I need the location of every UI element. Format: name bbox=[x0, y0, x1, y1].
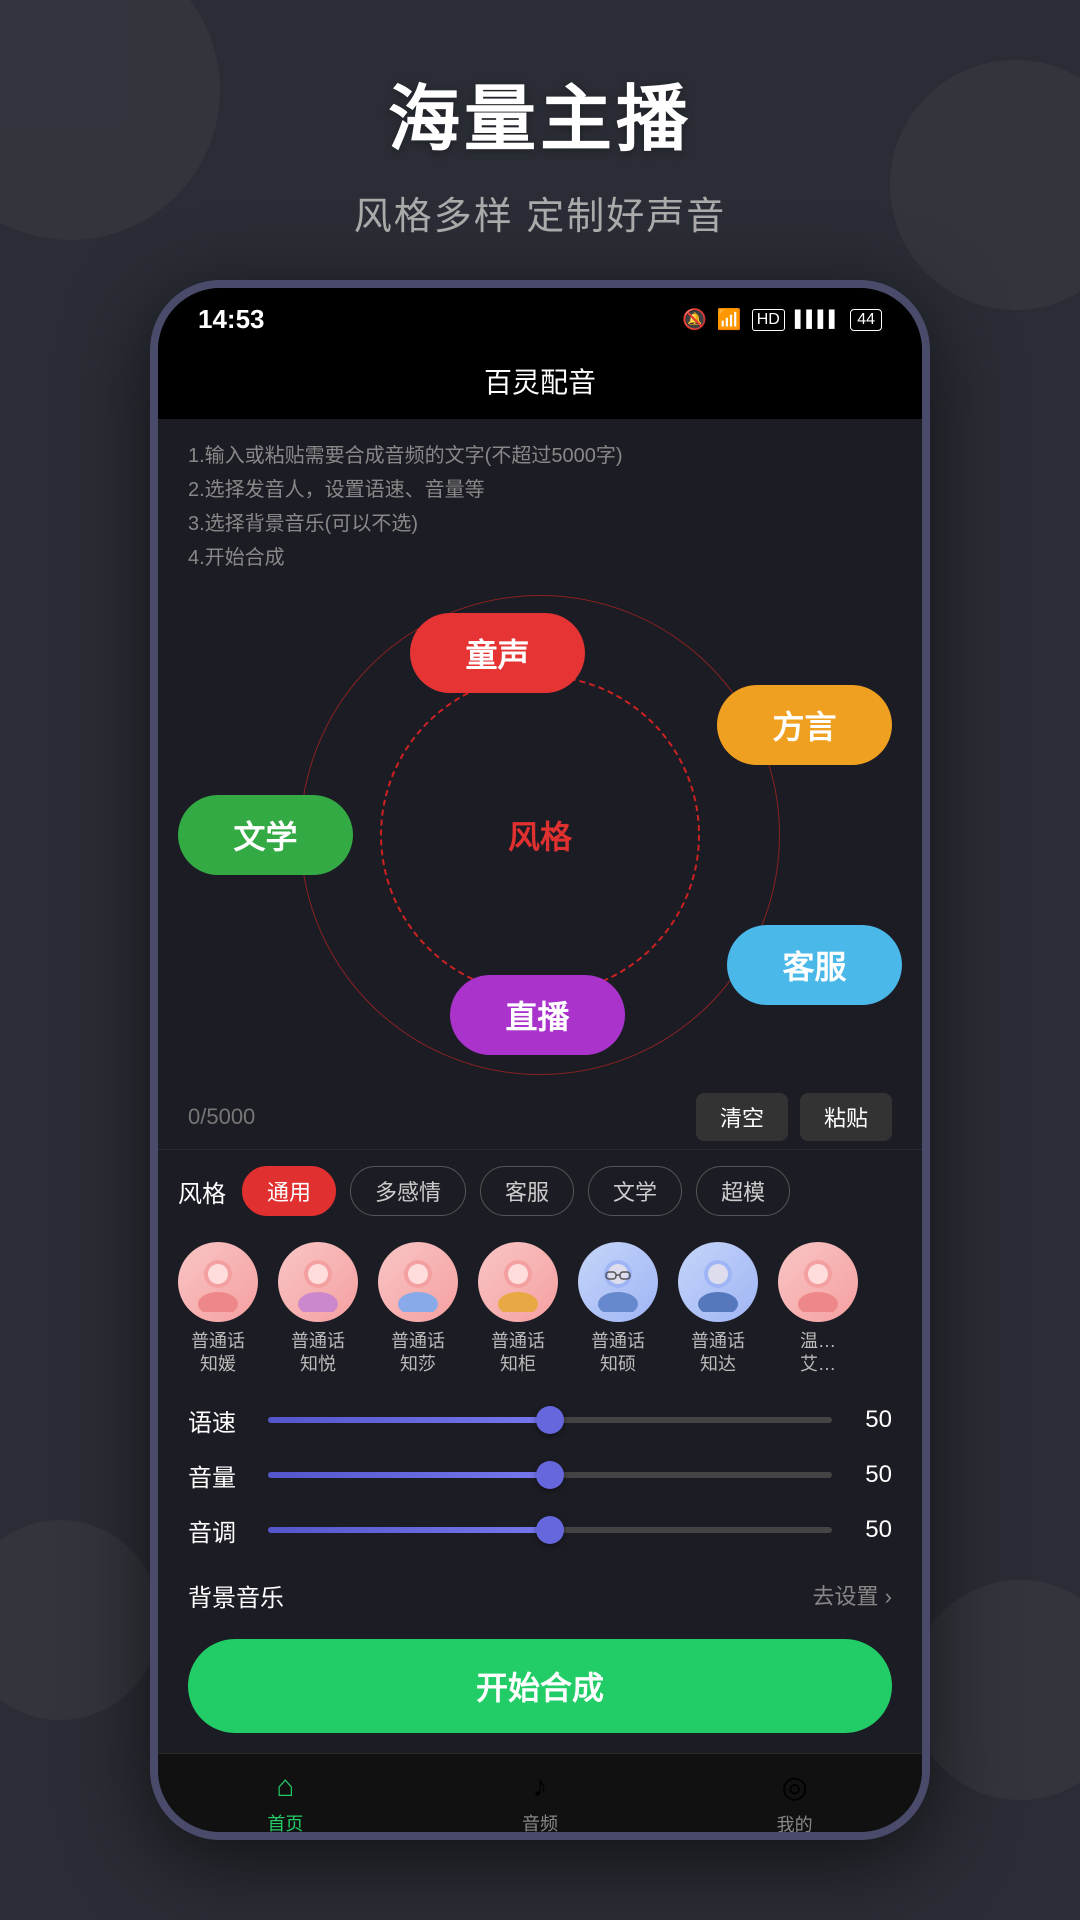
signal-icon: ▌▌▌▌ bbox=[795, 311, 840, 329]
battery-icon: 44 bbox=[850, 309, 882, 331]
slider-fill-volume bbox=[268, 1472, 550, 1478]
nav-item-profile[interactable]: ◎ 我的 bbox=[667, 1754, 922, 1840]
nav-item-audio[interactable]: ♪ 音频 bbox=[413, 1754, 668, 1840]
start-btn-container: 开始合成 bbox=[158, 1623, 922, 1753]
voice-item[interactable]: 普通话知莎 bbox=[368, 1242, 468, 1377]
nav-item-home[interactable]: ⌂ 首页 bbox=[158, 1754, 413, 1840]
voice-name-1: 普通话知媛 bbox=[191, 1330, 245, 1377]
status-icons: 🔕 📶 HD ▌▌▌▌ 44 bbox=[682, 307, 882, 332]
slider-label-speed: 语速 bbox=[188, 1403, 248, 1438]
filter-tag-general[interactable]: 通用 bbox=[242, 1166, 336, 1216]
header-area: 海量主播 风格多样 定制好声音 bbox=[0, 0, 1080, 240]
bgm-setting-link[interactable]: 去设置 › bbox=[813, 1579, 892, 1611]
bottom-nav: ⌂ 首页 ♪ 音频 ◎ 我的 bbox=[158, 1753, 922, 1840]
nav-label-audio: 音频 bbox=[522, 1810, 558, 1836]
slider-value-pitch: 50 bbox=[852, 1516, 892, 1544]
filter-tag-chaomo[interactable]: 超模 bbox=[696, 1166, 790, 1216]
instruction-line-4: 4.开始合成 bbox=[188, 541, 892, 575]
slider-row-speed: 语速 50 bbox=[188, 1403, 892, 1438]
style-filter-row: 风格 通用 多感情 客服 文学 超模 bbox=[158, 1149, 922, 1232]
voice-name-6: 普通话知达 bbox=[691, 1330, 745, 1377]
input-counter-row: 0/5000 清空 粘贴 bbox=[158, 1085, 922, 1149]
bubble-fangyan[interactable]: 方言 bbox=[717, 685, 892, 765]
paste-button[interactable]: 粘贴 bbox=[800, 1093, 892, 1141]
voice-name-4: 普通话知柜 bbox=[491, 1330, 545, 1377]
clear-button[interactable]: 清空 bbox=[696, 1093, 788, 1141]
voice-item[interactable]: 普通话知达 bbox=[668, 1242, 768, 1377]
voice-item[interactable]: 普通话知硕 bbox=[568, 1242, 668, 1377]
voice-name-2: 普通话知悦 bbox=[291, 1330, 345, 1377]
app-content: 1.输入或粘贴需要合成音频的文字(不超过5000字) 2.选择发音人，设置语速、… bbox=[158, 419, 922, 1840]
slider-track-speed[interactable] bbox=[268, 1417, 832, 1423]
nav-label-home: 首页 bbox=[267, 1810, 303, 1836]
style-filter-label: 风格 bbox=[178, 1174, 228, 1209]
slider-thumb-pitch[interactable] bbox=[536, 1516, 564, 1544]
main-title: 海量主播 bbox=[0, 60, 1080, 165]
phone-mockup: 14:53 🔕 📶 HD ▌▌▌▌ 44 百灵配音 1.输入或粘贴需要合成音频的… bbox=[150, 280, 930, 1840]
audio-icon: ♪ bbox=[533, 1770, 548, 1804]
bubble-wenxue[interactable]: 文学 bbox=[178, 795, 353, 875]
voice-name-5: 普通话知硕 bbox=[591, 1330, 645, 1377]
voice-avatar-5 bbox=[578, 1242, 658, 1322]
input-counter: 0/5000 bbox=[188, 1104, 255, 1130]
app-title: 百灵配音 bbox=[158, 361, 922, 401]
bgm-row: 背景音乐 去设置 › bbox=[158, 1578, 922, 1623]
voice-item[interactable]: 普通话知媛 bbox=[168, 1242, 268, 1377]
app-title-bar: 百灵配音 bbox=[158, 347, 922, 419]
sub-title: 风格多样 定制好声音 bbox=[0, 185, 1080, 240]
style-wheel-area: 风格 童声 方言 文学 客服 直播 bbox=[158, 585, 922, 1085]
bubble-tongsheng[interactable]: 童声 bbox=[410, 613, 585, 693]
voice-item[interactable]: 温…艾… bbox=[768, 1242, 868, 1377]
filter-tag-wenxue[interactable]: 文学 bbox=[588, 1166, 682, 1216]
voice-avatar-6 bbox=[678, 1242, 758, 1322]
voice-name-7: 温…艾… bbox=[800, 1330, 836, 1377]
instruction-line-1: 1.输入或粘贴需要合成音频的文字(不超过5000字) bbox=[188, 439, 892, 473]
voice-item[interactable]: 普通话知柜 bbox=[468, 1242, 568, 1377]
voice-avatar-2 bbox=[278, 1242, 358, 1322]
instructions: 1.输入或粘贴需要合成音频的文字(不超过5000字) 2.选择发音人，设置语速、… bbox=[158, 419, 922, 585]
sliders-area: 语速 50 音量 50 音调 bbox=[158, 1393, 922, 1578]
slider-track-volume[interactable] bbox=[268, 1472, 832, 1478]
voice-item[interactable]: 普通话知悦 bbox=[268, 1242, 368, 1377]
bubble-zhibo[interactable]: 直播 bbox=[450, 975, 625, 1055]
slider-row-pitch: 音调 50 bbox=[188, 1513, 892, 1548]
input-buttons: 清空 粘贴 bbox=[696, 1093, 892, 1141]
slider-row-volume: 音量 50 bbox=[188, 1458, 892, 1493]
voice-avatar-3 bbox=[378, 1242, 458, 1322]
bubble-kefu[interactable]: 客服 bbox=[727, 925, 902, 1005]
slider-value-speed: 50 bbox=[852, 1406, 892, 1434]
slider-label-pitch: 音调 bbox=[188, 1513, 248, 1548]
bgm-label: 背景音乐 bbox=[188, 1578, 284, 1613]
hd-badge: HD bbox=[752, 309, 785, 331]
wifi-icon: 📶 bbox=[717, 307, 742, 332]
start-synthesis-button[interactable]: 开始合成 bbox=[188, 1639, 892, 1733]
voice-avatar-4 bbox=[478, 1242, 558, 1322]
profile-icon: ◎ bbox=[782, 1770, 808, 1805]
voice-name-3: 普通话知莎 bbox=[391, 1330, 445, 1377]
slider-fill-speed bbox=[268, 1417, 550, 1423]
voice-avatar-1 bbox=[178, 1242, 258, 1322]
style-center-label: 风格 bbox=[508, 812, 572, 858]
instruction-line-2: 2.选择发音人，设置语速、音量等 bbox=[188, 473, 892, 507]
home-icon: ⌂ bbox=[276, 1770, 294, 1804]
slider-thumb-speed[interactable] bbox=[536, 1406, 564, 1434]
slider-value-volume: 50 bbox=[852, 1461, 892, 1489]
slider-thumb-volume[interactable] bbox=[536, 1461, 564, 1489]
nav-label-profile: 我的 bbox=[777, 1811, 813, 1837]
status-time: 14:53 bbox=[198, 304, 265, 335]
slider-label-volume: 音量 bbox=[188, 1458, 248, 1493]
filter-tag-emotion[interactable]: 多感情 bbox=[350, 1166, 466, 1216]
instruction-line-3: 3.选择背景音乐(可以不选) bbox=[188, 507, 892, 541]
mute-icon: 🔕 bbox=[682, 307, 707, 332]
slider-fill-pitch bbox=[268, 1527, 550, 1533]
slider-track-pitch[interactable] bbox=[268, 1527, 832, 1533]
voice-grid: 普通话知媛 普通话知悦 bbox=[158, 1232, 922, 1393]
filter-tag-kefu[interactable]: 客服 bbox=[480, 1166, 574, 1216]
voice-avatar-7 bbox=[778, 1242, 858, 1322]
status-bar: 14:53 🔕 📶 HD ▌▌▌▌ 44 bbox=[158, 288, 922, 347]
